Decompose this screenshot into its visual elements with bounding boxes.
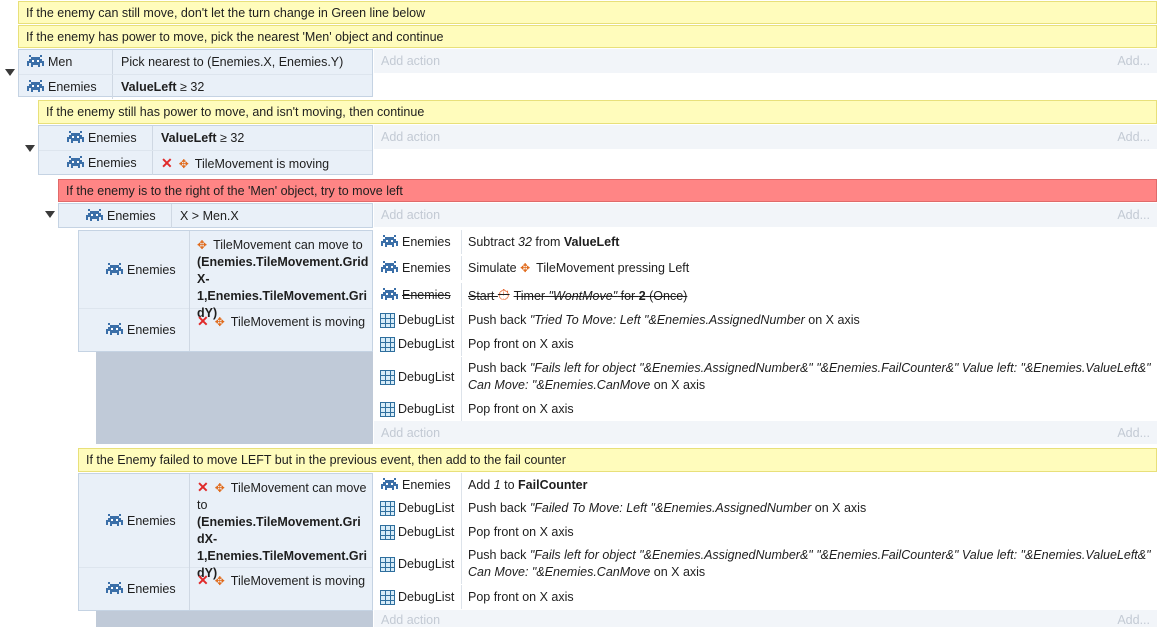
add-link[interactable]: Add...	[1117, 130, 1150, 144]
add-action-link[interactable]: Add action	[381, 54, 440, 68]
comment-can-still-move[interactable]: If the enemy can still move, don't let t…	[18, 1, 1157, 24]
event4-conditions-empty-area	[96, 352, 373, 444]
space-invader-icon	[380, 288, 399, 302]
grid-icon	[380, 312, 395, 328]
comment-still-has-power[interactable]: If the enemy still has power to move, an…	[38, 100, 1157, 124]
event1-conditions[interactable]: Men Pick nearest to (Enemies.X, Enemies.…	[18, 49, 373, 99]
event2-actions[interactable]: Add action Add...	[374, 125, 1157, 149]
add-link[interactable]: Add...	[1117, 208, 1150, 222]
action-row[interactable]: DebugList Pop front on X axis	[374, 520, 1157, 544]
add-action-link[interactable]: Add action	[381, 426, 440, 440]
space-invader-icon	[66, 156, 85, 170]
collapse-toggle-event3[interactable]	[45, 211, 55, 218]
grid-icon	[380, 524, 395, 540]
action-row[interactable]: DebugList Pop front on X axis	[374, 332, 1157, 356]
move-arrows-icon: ✥	[178, 156, 189, 171]
space-invader-icon	[105, 263, 124, 277]
action-row[interactable]: Enemies Simulate ✥ TileMovement pressing …	[374, 256, 1157, 280]
space-invader-icon	[26, 55, 45, 69]
space-invader-icon	[105, 582, 124, 596]
add-action-link[interactable]: Add action	[381, 130, 440, 144]
move-arrows-icon: ✥	[214, 481, 225, 495]
add-action-row[interactable]: Add action Add...	[374, 610, 1157, 627]
event5-conditions-empty-area	[96, 611, 373, 627]
condition-row[interactable]: Enemies ✥ TileMovement can move to (Enemi…	[79, 231, 372, 320]
comment-failed-move-left[interactable]: If the Enemy failed to move LEFT but in …	[78, 448, 1157, 472]
add-action-row[interactable]: Add action Add...	[374, 421, 1157, 444]
action-row[interactable]: DebugList Push back "Fails left for obje…	[374, 544, 1157, 584]
invert-x-icon: ✕	[197, 479, 209, 495]
action-row[interactable]: DebugList Push back "Fails left for obje…	[374, 357, 1157, 397]
action-row[interactable]: Enemies Add 1 to FailCounter	[374, 473, 1157, 497]
space-invader-icon	[380, 261, 399, 275]
event4-conditions[interactable]: Enemies ✥ TileMovement can move to (Enemi…	[78, 230, 373, 352]
event1-actions[interactable]: Add action Add...	[374, 49, 1157, 73]
action-row[interactable]: DebugList Push back "Tried To Move: Left…	[374, 308, 1157, 332]
event3-actions[interactable]: Add action Add...	[374, 203, 1157, 227]
timer-icon: ⏱	[497, 286, 510, 304]
condition-row[interactable]: Enemies ✕ ✥ TileMovement can move to (Enem…	[79, 474, 372, 580]
grid-icon	[380, 589, 395, 605]
space-invader-icon	[26, 80, 45, 94]
add-link[interactable]: Add...	[1117, 613, 1150, 627]
event5-actions[interactable]: Enemies Add 1 to FailCounter DebugList P…	[374, 473, 1157, 627]
action-row[interactable]: Enemies Subtract 32 from ValueLeft	[374, 230, 1157, 254]
add-link[interactable]: Add...	[1117, 54, 1150, 68]
condition-row[interactable]: Enemies ValueLeft ≥ 32	[19, 75, 372, 99]
comment-right-of-men[interactable]: If the enemy is to the right of the 'Men…	[58, 179, 1157, 202]
event4-actions[interactable]: Enemies Subtract 32 from ValueLeft Enemi…	[374, 230, 1157, 444]
condition-row[interactable]: Enemies ✕ ✥ TileMovement is moving	[79, 309, 372, 351]
space-invader-icon	[380, 235, 399, 249]
grid-icon	[380, 336, 395, 352]
condition-row[interactable]: Enemies ValueLeft ≥ 32	[39, 126, 372, 151]
condition-row[interactable]: Enemies ✕ ✥ TileMovement is moving	[79, 568, 372, 610]
invert-x-icon: ✕	[161, 154, 173, 171]
grid-icon	[380, 369, 395, 385]
condition-row[interactable]: Men Pick nearest to (Enemies.X, Enemies.…	[19, 50, 372, 75]
comment-pick-nearest[interactable]: If the enemy has power to move, pick the…	[18, 25, 1157, 48]
collapse-toggle-event2[interactable]	[25, 145, 35, 152]
grid-icon	[380, 401, 395, 417]
condition-row[interactable]: Enemies ✕ ✥ TileMovement is moving	[39, 151, 372, 175]
move-arrows-icon: ✥	[197, 238, 208, 252]
action-row[interactable]: DebugList Pop front on X axis	[374, 397, 1157, 421]
move-arrows-icon: ✥	[520, 261, 531, 275]
grid-icon	[380, 500, 395, 516]
move-arrows-icon: ✥	[214, 574, 225, 588]
event5-conditions[interactable]: Enemies ✕ ✥ TileMovement can move to (Enem…	[78, 473, 373, 611]
add-action-link[interactable]: Add action	[381, 208, 440, 222]
space-invader-icon	[66, 131, 85, 145]
collapse-toggle-event1[interactable]	[5, 69, 15, 76]
action-row[interactable]: DebugList Pop front on X axis	[374, 585, 1157, 609]
grid-icon	[380, 556, 395, 572]
space-invader-icon	[85, 209, 104, 223]
space-invader-icon	[105, 514, 124, 528]
action-row[interactable]: DebugList Push back "Failed To Move: Lef…	[374, 496, 1157, 520]
space-invader-icon	[105, 323, 124, 337]
move-arrows-icon: ✥	[214, 315, 225, 329]
event2-conditions[interactable]: Enemies ValueLeft ≥ 32 Enemies ✕ ✥ TileMov…	[38, 125, 373, 175]
add-action-link[interactable]: Add action	[381, 613, 440, 627]
invert-x-icon: ✕	[197, 572, 209, 588]
invert-x-icon: ✕	[197, 313, 209, 329]
add-link[interactable]: Add...	[1117, 426, 1150, 440]
action-row-disabled[interactable]: Enemies Start ⏱ Timer "WontMove" for 2 (O…	[374, 283, 1157, 307]
space-invader-icon	[380, 478, 399, 492]
event3-conditions[interactable]: Enemies X > Men.X	[58, 203, 373, 228]
condition-row[interactable]: Enemies X > Men.X	[59, 204, 372, 228]
